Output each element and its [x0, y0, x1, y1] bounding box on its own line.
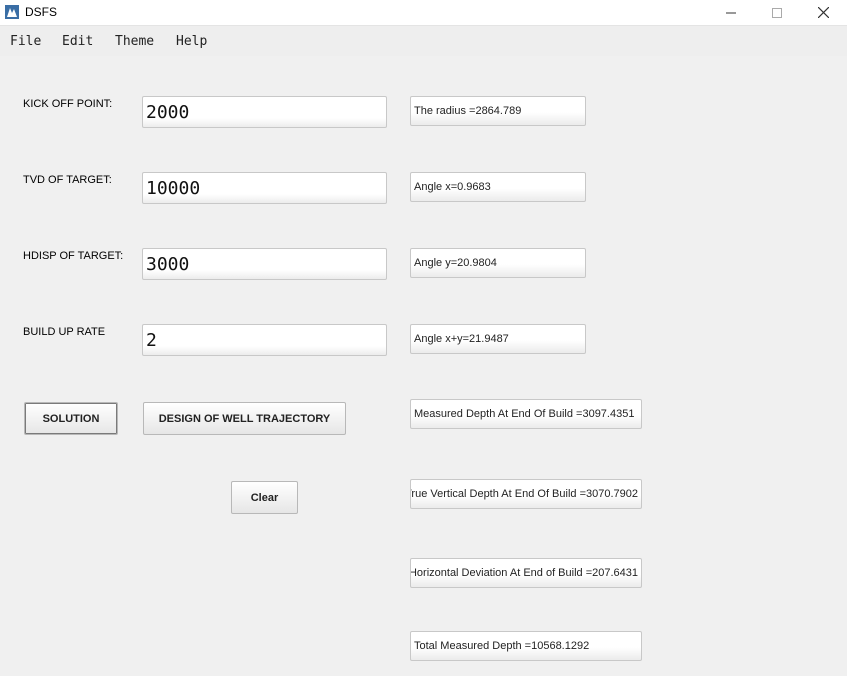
- horizontal-deviation-end-build-output: Horizontal Deviation At End of Build =20…: [410, 558, 642, 588]
- app-icon: [5, 5, 19, 19]
- angle-y-output: Angle y=20.9804: [410, 248, 586, 278]
- total-measured-depth-output: Total Measured Depth =10568.1292: [410, 631, 642, 661]
- true-vertical-depth-end-build-output: True Vertical Depth At End Of Build =307…: [410, 479, 642, 509]
- title-bar: DSFS: [0, 0, 847, 26]
- radius-output: The radius =2864.789: [410, 96, 586, 126]
- angle-x-plus-y-output: Angle x+y=21.9487: [410, 324, 586, 354]
- menu-file[interactable]: File: [10, 34, 41, 49]
- close-icon: [817, 7, 829, 18]
- minimize-button[interactable]: [708, 0, 754, 25]
- hdisp-of-target-label: HDISP OF TARGET:: [23, 250, 124, 262]
- measured-depth-end-build-output: Measured Depth At End Of Build =3097.435…: [410, 399, 642, 429]
- minimize-icon: [726, 12, 736, 13]
- maximize-button[interactable]: [754, 0, 800, 25]
- menu-bar: File Edit Theme Help: [0, 26, 847, 56]
- tvd-of-target-label: TVD OF TARGET:: [23, 174, 112, 186]
- design-trajectory-button[interactable]: DESIGN OF WELL TRAJECTORY: [143, 402, 346, 435]
- close-button[interactable]: [800, 0, 846, 25]
- clear-button[interactable]: Clear: [231, 481, 298, 514]
- solution-button[interactable]: SOLUTION: [24, 402, 118, 435]
- kick-off-point-input[interactable]: 2000: [142, 96, 387, 128]
- menu-edit[interactable]: Edit: [62, 34, 93, 49]
- kick-off-point-label: KICK OFF POINT:: [23, 98, 113, 110]
- build-up-rate-label: BUILD UP RATE: [23, 326, 106, 338]
- menu-help[interactable]: Help: [176, 34, 207, 49]
- hdisp-of-target-input[interactable]: 3000: [142, 248, 387, 280]
- maximize-icon: [772, 7, 782, 18]
- window-title: DSFS: [25, 5, 58, 19]
- build-up-rate-input[interactable]: 2: [142, 324, 387, 356]
- tvd-of-target-input[interactable]: 10000: [142, 172, 387, 204]
- menu-theme[interactable]: Theme: [115, 34, 154, 49]
- angle-x-output: Angle x=0.9683: [410, 172, 586, 202]
